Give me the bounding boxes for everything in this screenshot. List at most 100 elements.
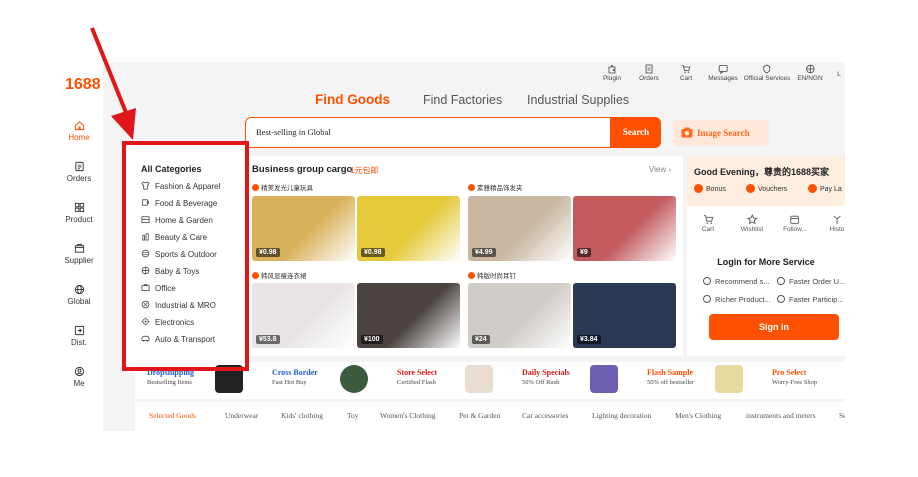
promo-image[interactable] [715, 365, 743, 393]
category-item[interactable]: Electronics [141, 317, 194, 327]
shop-label[interactable]: 韩版时尚耳钉 [468, 270, 516, 280]
perk-vouchers[interactable]: Vouchers [746, 184, 787, 193]
search-input[interactable]: Best-selling in Global [245, 117, 611, 148]
product-card[interactable]: ¥53.8 [252, 283, 355, 348]
office-icon [141, 284, 150, 292]
product-card[interactable]: ¥3.84 [573, 283, 676, 348]
sidebar-item-orders[interactable]: Orders [55, 161, 103, 183]
shop-label[interactable]: 韩风显瘦连衣裙 [252, 270, 307, 280]
category-item[interactable]: Industrial & MRO [141, 300, 216, 310]
category-tab[interactable]: Men's Clothing [675, 411, 721, 420]
category-tab[interactable]: Kids' clothing [281, 411, 323, 420]
tab-industrial-supplies[interactable]: Industrial Supplies [527, 93, 629, 107]
category-item[interactable]: Sports & Outdoor [141, 249, 217, 259]
promo-item[interactable]: Store Select Certified Flash [397, 368, 437, 386]
product-icon [74, 202, 84, 213]
shop-icon [252, 184, 259, 191]
promo-image[interactable] [465, 365, 493, 393]
toolbar-messages[interactable]: Messages [708, 64, 738, 82]
tab-find-factories[interactable]: Find Factories [423, 93, 502, 107]
toolbar-official-services[interactable]: Official Services [744, 64, 790, 82]
order-icon [777, 277, 785, 285]
promo-image[interactable] [215, 365, 243, 393]
cargo-title: Business group cargo [252, 164, 353, 175]
language-icon [805, 64, 815, 74]
category-tab[interactable]: Women's Clothing [380, 411, 436, 420]
product-card[interactable]: ¥0.98 [357, 196, 460, 261]
follow-icon [790, 215, 800, 224]
toolbar-more[interactable]: L [837, 71, 841, 78]
category-tab[interactable]: Pet & Garden [459, 411, 500, 420]
product-price: ¥100 [361, 335, 383, 344]
category-tab[interactable]: Lighting decoration [592, 411, 651, 420]
category-item[interactable]: Baby & Toys [141, 266, 199, 276]
quick-cart[interactable]: Cart [702, 214, 714, 233]
promo-item[interactable]: Cross Border Fast Hot Buy [272, 368, 318, 386]
toolbar-label: EN/NGN [797, 75, 823, 82]
category-menu: All Categories Fashion & Apparel Food & B… [125, 144, 248, 368]
category-tab[interactable]: Toy [347, 411, 359, 420]
category-item[interactable]: Home & Garden [141, 215, 213, 225]
perk-label: Bonus [706, 186, 726, 193]
categories-title: All Categories [141, 164, 202, 174]
shop-label[interactable]: 精美发光儿童玩具 [252, 182, 313, 192]
promo-item[interactable]: Dropshipping Bestselling Items [147, 368, 194, 386]
product-card[interactable]: ¥9 [573, 196, 676, 261]
quick-follow[interactable]: Follow... [783, 214, 807, 233]
promo-item[interactable]: Pro Select Worry-Free Shop [772, 368, 817, 386]
search-button[interactable]: Search [611, 117, 661, 148]
toolbar-orders[interactable]: Orders [639, 64, 659, 82]
sign-in-button[interactable]: Sign in [709, 314, 839, 340]
product-card[interactable]: ¥0.98 [252, 196, 355, 261]
product-card[interactable]: ¥24 [468, 283, 571, 348]
category-tab[interactable]: Underwear [225, 411, 258, 420]
toolbar-language[interactable]: EN/NGN [797, 64, 823, 82]
sidebar-item-global[interactable]: Global [55, 284, 103, 306]
sidebar-item-me[interactable]: Me [55, 366, 103, 388]
shop-label[interactable]: 素雅精品饰发夹 [468, 182, 523, 192]
product-card[interactable]: ¥4.99 [468, 196, 571, 261]
home-garden-icon [141, 216, 150, 224]
product-card[interactable]: ¥100 [357, 283, 460, 348]
promo-item[interactable]: Daily Specials 50% Off Rush [522, 368, 570, 386]
toolbar-plugin[interactable]: Plugin [603, 64, 621, 82]
logo[interactable]: 1688 [65, 76, 101, 94]
category-tabs: Selected Goods Underwear Kids' clothing Toy… [135, 402, 845, 431]
promo-image[interactable] [340, 365, 368, 393]
category-item[interactable]: Beauty & Care [141, 232, 207, 242]
category-label: Industrial & MRO [155, 301, 216, 310]
quick-label: Cart [701, 226, 715, 233]
industrial-icon [141, 300, 150, 309]
category-item[interactable]: Office [141, 283, 176, 293]
sidebar-item-label: Home [68, 133, 90, 142]
toolbar-cart[interactable]: Cart [680, 64, 692, 82]
plugin-icon [608, 65, 616, 74]
search-value: Best-selling in Global [256, 127, 331, 137]
category-item[interactable]: Auto & Transport [141, 334, 215, 344]
image-search-button[interactable]: Image Search [673, 120, 769, 146]
category-tab[interactable]: Se [839, 411, 845, 420]
category-tab[interactable]: instruments and meters [746, 411, 816, 420]
perk-bonus[interactable]: Bonus [694, 184, 726, 193]
perk-pay-later[interactable]: Pay La [808, 184, 842, 193]
category-item[interactable]: Fashion & Apparel [141, 181, 220, 191]
distribution-icon [74, 325, 84, 336]
promo-title: Daily Specials [522, 368, 570, 377]
quick-history[interactable]: Histo [830, 214, 844, 233]
promo-item[interactable]: Flash Sample 50% off bestseller [647, 368, 694, 386]
sidebar-item-supplier[interactable]: Supplier [55, 243, 103, 265]
sidebar-item-product[interactable]: Product [55, 202, 103, 224]
category-tab[interactable]: Car accessories [522, 411, 568, 420]
view-more-link[interactable]: View › [649, 165, 671, 174]
home-icon [74, 121, 84, 131]
tab-find-goods[interactable]: Find Goods [315, 92, 390, 107]
sidebar-item-home[interactable]: Home [55, 120, 103, 142]
promo-image[interactable] [590, 365, 618, 393]
category-item[interactable]: Food & Beverage [141, 198, 217, 208]
voucher-icon [746, 184, 755, 193]
category-tab[interactable]: Selected Goods [149, 411, 196, 420]
sidebar-item-dist[interactable]: Dist. [55, 325, 103, 347]
promo-subtitle: 50% off bestseller [647, 379, 695, 386]
product-price: ¥24 [472, 335, 490, 344]
quick-wishlist[interactable]: Wishlist [741, 214, 763, 233]
